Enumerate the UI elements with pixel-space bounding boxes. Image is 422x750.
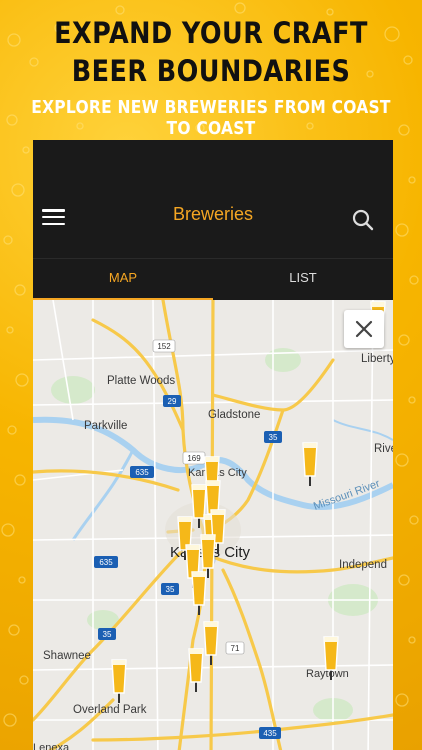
shield-35-south: 35 [103, 630, 112, 639]
shield-169: 169 [187, 454, 201, 463]
promo-subtitle: EXPLORE NEW BREWERIES FROM COAST TO COAS… [31, 97, 391, 139]
map-view[interactable]: Platte Woods Parkville Gladstone Liberty… [33, 300, 393, 750]
beer-glass-icon[interactable] [302, 442, 318, 487]
label-lenexa: Lenexa [33, 742, 70, 750]
label-river: River [374, 443, 393, 455]
beer-glass-icon[interactable] [191, 571, 207, 616]
promo-headline-line2: BEER BOUNDARIES [71, 54, 351, 88]
label-shawnee: Shawnee [43, 650, 91, 662]
label-gladstone: Gladstone [208, 409, 260, 421]
label-independence: Independ [339, 559, 387, 571]
tab-map[interactable]: MAP [33, 259, 213, 301]
beer-glass-icon[interactable] [111, 659, 127, 704]
shield-71: 71 [231, 644, 240, 653]
page-title: Breweries [172, 204, 254, 224]
search-icon[interactable] [351, 208, 375, 232]
close-icon [355, 320, 373, 338]
shield-435: 435 [263, 729, 277, 738]
promo-headline: EXPAND YOUR CRAFT BEER BOUNDARIES [25, 14, 396, 90]
label-parkville: Parkville [84, 420, 127, 432]
tab-bar: MAP LIST [33, 258, 393, 301]
shield-29: 29 [168, 397, 177, 406]
label-platte-woods: Platte Woods [107, 375, 175, 387]
shield-635-south: 635 [99, 558, 113, 567]
tab-list[interactable]: LIST [213, 259, 393, 301]
shield-35-central: 35 [166, 585, 175, 594]
beer-glass-icon[interactable] [203, 621, 219, 666]
map-canvas[interactable]: Platte Woods Parkville Gladstone Liberty… [33, 300, 393, 750]
label-liberty: Liberty [361, 353, 393, 365]
shield-635-north: 635 [135, 468, 149, 477]
phone-screen: Breweries MAP LIST Platte Woods Parkvill… [33, 140, 393, 750]
shield-152: 152 [157, 342, 171, 351]
label-overland-park: Overland Park [73, 704, 147, 716]
beer-glass-icon[interactable] [188, 648, 204, 693]
shield-35-north: 35 [269, 433, 278, 442]
promo-headline-line1: EXPAND YOUR CRAFT [54, 16, 368, 50]
app-bar: Breweries [33, 140, 393, 258]
close-map-button[interactable] [344, 310, 384, 348]
